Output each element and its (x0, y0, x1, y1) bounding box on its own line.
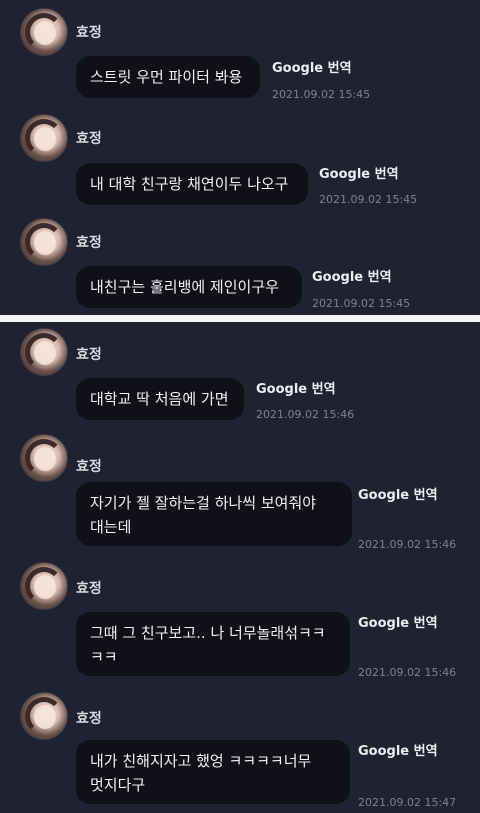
chat-panel-top: 효정 스트릿 우먼 파이터 봐용 Google 번역 2021.09.02 15… (0, 0, 480, 315)
message-line: 대는데 (90, 518, 132, 536)
avatar[interactable] (20, 692, 68, 740)
google-translate-link[interactable]: Google 번역 (272, 57, 352, 76)
message-timestamp: 2021.09.02 15:46 (358, 538, 457, 551)
message-line: 멋지다구 (90, 776, 146, 794)
avatar[interactable] (20, 328, 68, 376)
sender-name: 효정 (76, 711, 102, 727)
screenshot-divider (0, 315, 480, 322)
avatar[interactable] (20, 8, 68, 56)
message-bubble[interactable]: 자기가 젤 잘하는걸 하나씩 보여줘야 대는데 (76, 482, 352, 546)
message-line: 자기가 젤 잘하는걸 하나씩 보여줘야 (90, 494, 317, 512)
message-line: 내가 친해지자고 했엉 ㅋㅋㅋㅋ너무 (90, 752, 312, 770)
message-bubble[interactable]: 내 대학 친구랑 채연이두 나오구 (76, 163, 308, 205)
google-translate-link[interactable]: Google 번역 (256, 378, 336, 397)
google-translate-link[interactable]: Google 번역 (358, 484, 438, 503)
message-bubble[interactable]: 내가 친해지자고 했엉 ㅋㅋㅋㅋ너무 멋지다구 (76, 740, 350, 804)
chat-panel-bottom: 효정 대학교 딱 처음에 가면 Google 번역 2021.09.02 15:… (0, 322, 480, 813)
sender-name: 효정 (76, 459, 102, 475)
avatar[interactable] (20, 562, 68, 610)
message-bubble[interactable]: 그때 그 친구보고.. 나 너무놀래섞ㅋㅋ ㅋㅋ (76, 612, 350, 676)
sender-name: 효정 (76, 581, 102, 597)
message-line: 그때 그 친구보고.. 나 너무놀래섞ㅋㅋ (90, 624, 326, 642)
message-timestamp: 2021.09.02 15:45 (272, 88, 371, 101)
message-timestamp: 2021.09.02 15:46 (358, 666, 457, 679)
message-timestamp: 2021.09.02 15:45 (319, 193, 418, 206)
sender-name: 효정 (76, 25, 102, 41)
message-timestamp: 2021.09.02 15:45 (312, 297, 411, 310)
google-translate-link[interactable]: Google 번역 (312, 266, 392, 285)
message-bubble[interactable]: 내친구는 훌리뱅에 제인이구우 (76, 266, 302, 308)
message-line: ㅋㅋ (90, 648, 118, 666)
message-bubble[interactable]: 스트릿 우먼 파이터 봐용 (76, 56, 260, 98)
message-bubble[interactable]: 대학교 딱 처음에 가면 (76, 378, 244, 420)
sender-name: 효정 (76, 235, 102, 251)
avatar[interactable] (20, 434, 68, 482)
google-translate-link[interactable]: Google 번역 (358, 740, 438, 759)
google-translate-link[interactable]: Google 번역 (319, 163, 399, 182)
sender-name: 효정 (76, 347, 102, 363)
avatar[interactable] (20, 218, 68, 266)
message-timestamp: 2021.09.02 15:46 (256, 408, 355, 421)
google-translate-link[interactable]: Google 번역 (358, 612, 438, 631)
message-timestamp: 2021.09.02 15:47 (358, 796, 457, 809)
avatar[interactable] (20, 114, 68, 162)
sender-name: 효정 (76, 131, 102, 147)
